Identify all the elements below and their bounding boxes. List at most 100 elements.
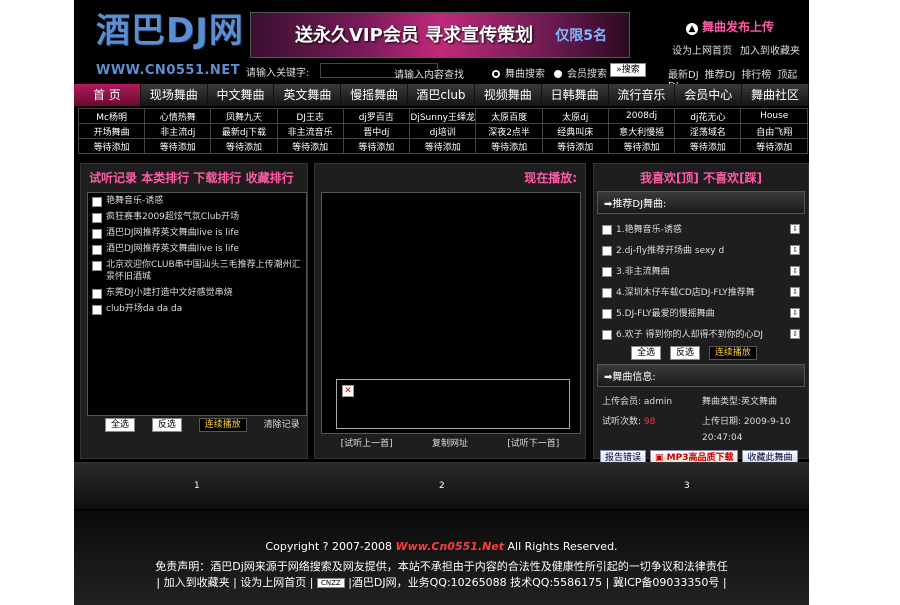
checkbox[interactable] [602,266,612,277]
checkbox[interactable] [602,245,612,256]
category-link[interactable]: dj花无心 [674,108,742,124]
nav-club[interactable]: 酒巴club [408,84,475,106]
category-link[interactable]: 等待添加 [541,138,609,154]
download-icon[interactable]: ⇩ [790,328,800,339]
radio-song-search[interactable]: 舞曲搜索 [492,65,545,80]
song-item[interactable]: 6.欢子 得到你的人却得不到你的心DJ ⇩ [594,323,808,344]
checkbox[interactable] [92,229,102,239]
link-latest-dj[interactable]: 最新DJ [668,70,699,81]
list-item[interactable]: 酒巴DJ网推荐英文舞曲live is life [88,225,306,241]
checkbox[interactable] [92,261,102,271]
tab-favorite-rank[interactable]: 收藏排行 [246,171,294,185]
category-link[interactable]: 太原百度 [475,108,543,124]
song-item[interactable]: 4.深圳木仔车载CD店DJ-FLY推荐舞 ⇩ [594,281,808,302]
category-link[interactable]: Mc杨明 [77,108,146,124]
category-link[interactable]: 淫荡域名 [674,123,742,139]
category-link[interactable]: 等待添加 [210,138,278,154]
list-item[interactable]: 艳舞音乐-诱惑 [88,193,306,209]
site-logo[interactable]: 酒巴DJ网 [96,8,246,54]
list-item[interactable]: 东莞DJ小建打造中文好感觉串烧 [88,285,306,301]
category-link[interactable]: dj培训 [408,123,477,139]
category-link[interactable]: 最新dj下载 [210,123,278,139]
checkbox[interactable] [602,224,612,235]
nav-video[interactable]: 视频舞曲 [475,84,542,106]
nav-chinese[interactable]: 中文舞曲 [208,84,275,106]
nav-community[interactable]: 舞曲社区 [742,84,809,106]
download-icon[interactable]: ⇩ [790,244,800,255]
category-link[interactable]: dj罗百吉 [342,108,410,124]
next-track-link[interactable]: [试听下一首] [507,436,559,449]
song-item[interactable]: 5.DJ-FLY最爱的慢摇舞曲 ⇩ [594,302,808,323]
search-button[interactable]: »搜索 [610,63,646,77]
list-item[interactable]: 疯狂赛事2009超炫气氛Club开场 [88,209,306,225]
category-link[interactable]: 等待添加 [276,138,344,154]
song-item[interactable]: 2.dj-fly推荐开场曲 sexy d ⇩ [594,239,808,260]
continuous-play-button[interactable]: 连续播放 [198,418,247,432]
nav-member[interactable]: 会员中心 [675,84,743,106]
nav-slow[interactable]: 慢摇舞曲 [341,84,409,106]
checkbox[interactable] [602,308,612,319]
publish-link[interactable]: ▲ 舞曲发布上传 [686,18,774,35]
set-homepage-link[interactable]: 设为上网首页 [672,46,732,57]
category-link[interactable]: 晋中dj [342,123,410,139]
category-link[interactable]: DjSunny王绎龙 [408,108,477,124]
link-recommended-dj[interactable]: 推荐DJ [705,70,736,81]
link-ranking[interactable]: 排行榜 [741,70,771,81]
download-icon[interactable]: ⇩ [790,223,800,234]
download-icon[interactable]: ⇩ [790,286,800,297]
copy-url-link[interactable]: 复制网址 [432,436,468,449]
like-dislike[interactable]: 我喜欢[顶] 不喜欢[踩] [594,164,808,191]
checkbox[interactable] [92,213,102,223]
category-link[interactable]: 等待添加 [408,138,477,154]
category-link[interactable]: DJ王志 [276,108,344,124]
category-link[interactable]: 心情热舞 [144,108,212,124]
nav-pop[interactable]: 流行音乐 [609,84,676,106]
list-item[interactable]: club开场da da da [88,301,306,317]
category-link[interactable]: 意大利慢摇 [607,123,676,139]
category-link[interactable]: 经典叫床 [541,123,609,139]
stat-counter-icon[interactable]: CNZZ [317,578,345,588]
select-all-button[interactable]: 全选 [631,346,662,360]
nav-home[interactable]: 首 页 [74,84,141,106]
add-favorite-link[interactable]: 加入到收藏夹 [740,46,800,57]
footer-brand[interactable]: Www.Cn0551.Net [395,540,504,553]
category-link[interactable]: 非主流dj [144,123,212,139]
song-item[interactable]: 1.艳舞音乐-诱惑 ⇩ [594,218,808,239]
category-link[interactable]: 非主流音乐 [276,123,344,139]
checkbox[interactable] [92,289,102,299]
category-link[interactable]: 深夜2点半 [475,123,543,139]
category-link[interactable]: 自由飞翔 [740,123,808,139]
page-2[interactable]: 2 [439,481,445,491]
media-player[interactable]: ✕ [336,379,570,429]
category-link[interactable]: 等待添加 [674,138,742,154]
list-item[interactable]: 酒巴DJ网推荐英文舞曲live is life [88,241,306,257]
tab-download-rank[interactable]: 下载排行 [193,171,241,185]
nav-jp-kr[interactable]: 日韩舞曲 [542,84,609,106]
page-1[interactable]: 1 [194,481,200,491]
clear-history-link[interactable]: 清除记录 [264,420,300,430]
category-link[interactable]: 等待添加 [342,138,410,154]
category-link[interactable]: 等待添加 [740,138,808,154]
download-icon[interactable]: ⇩ [790,307,800,318]
select-all-button[interactable]: 全选 [105,418,136,432]
category-link[interactable]: 凤舞九天 [210,108,278,124]
category-link[interactable]: 等待添加 [607,138,676,154]
category-link[interactable]: House [740,108,808,124]
prev-track-link[interactable]: [试听上一首] [341,436,393,449]
download-icon[interactable]: ⇩ [790,265,800,276]
page-3[interactable]: 3 [684,481,690,491]
tab-category-rank[interactable]: 本类排行 [141,171,189,185]
checkbox[interactable] [602,287,612,298]
footer-nav-links[interactable]: | 加入到收藏夹 | 设为上网首页 | [156,576,313,589]
song-item[interactable]: 3.非主流舞曲 ⇩ [594,260,808,281]
continuous-play-button[interactable]: 连续播放 [708,346,757,360]
tab-history[interactable]: 试听记录 [89,171,137,185]
checkbox[interactable] [602,329,612,340]
category-link[interactable]: 等待添加 [144,138,212,154]
list-item[interactable]: 北京欢迎你CLUB串中国汕头三毛推荐上传潮州汇景怀旧酒城 [88,257,306,285]
radio-member-search[interactable]: 会员搜索 [554,65,607,80]
invert-selection-button[interactable]: 反选 [151,418,182,432]
category-link[interactable]: 2008dj [607,108,676,124]
category-link[interactable]: 等待添加 [475,138,543,154]
invert-selection-button[interactable]: 反选 [669,346,700,360]
